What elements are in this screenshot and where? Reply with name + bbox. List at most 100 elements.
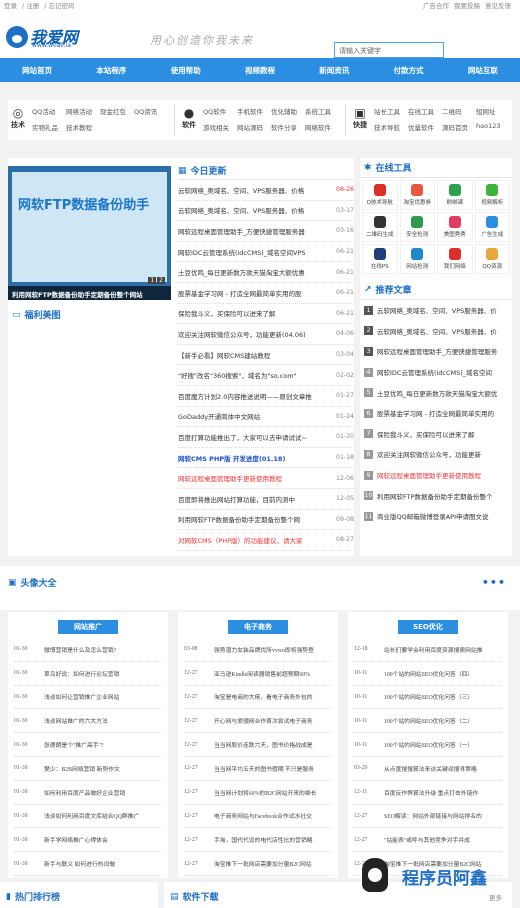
- category-label[interactable]: ◎ 技术: [8, 104, 28, 130]
- news-title[interactable]: 利用网软FTP数据备份助手定期备份整个网: [178, 514, 318, 524]
- news-title[interactable]: 股票基金学习网 - 打造全网最简单实用的股: [178, 288, 318, 298]
- nav-item[interactable]: 使用帮助: [149, 65, 223, 76]
- category-link[interactable]: 技术教程: [66, 122, 92, 132]
- item-title[interactable]: 电子商务网站与Facebook合作试水社交: [214, 811, 312, 820]
- nav-item[interactable]: 视频教程: [223, 65, 297, 76]
- tool-item[interactable]: 淘宝优惠券: [399, 180, 435, 210]
- column-badge[interactable]: 电子商务: [228, 620, 288, 634]
- nav-item[interactable]: 新闻资讯: [297, 65, 371, 76]
- column-item[interactable]: 01-30 浅谈如何利用百度文库结合QQ群推广: [14, 805, 162, 829]
- column-item[interactable]: 12-18 站长们要学会利用百度资源搜索网站推: [354, 638, 502, 662]
- column-item[interactable]: 10-11 100个站的网站SEO优化问答（二）: [354, 709, 502, 734]
- column-item[interactable]: 12-27 手淘，国代代设的电代店性比的营销略: [184, 828, 332, 853]
- column-item[interactable]: 12-27 亚马逊Kindle阅读器销售前超预期60%: [184, 662, 332, 686]
- category-link[interactable]: 网络软件: [305, 122, 331, 132]
- nav-item[interactable]: 本站程序: [74, 65, 148, 76]
- category-label[interactable]: ▣ 快捷: [350, 104, 370, 130]
- tool-item[interactable]: 二维码生成: [362, 212, 398, 242]
- category-link[interactable]: QQ活动: [32, 106, 58, 116]
- avatars-heading[interactable]: ▣ 头像大全: [8, 576, 57, 590]
- category-link[interactable]: 网站源码: [237, 122, 263, 132]
- login-link[interactable]: 登录: [4, 2, 17, 10]
- category-link[interactable]: 源码首页: [442, 122, 468, 132]
- tool-item[interactable]: 我们网络: [437, 244, 473, 274]
- column-item[interactable]: 12-27 当当网股价连跌六天，图书价格战成是: [184, 733, 332, 757]
- item-title[interactable]: 开心网与爱顺网合作首次尝试电子商务: [214, 716, 313, 725]
- news-item[interactable]: 百度打算功能推出了，大家可以去申请试试~ 01-20: [178, 427, 354, 448]
- recommend-item[interactable]: 6 股票基金学习网 - 打造全网最简单实用的: [364, 403, 508, 424]
- recommend-item[interactable]: 11 商业版QQ邮箱微博登录API申请图文说: [364, 506, 508, 527]
- news-item[interactable]: 云软网络_奥域名、空间、VPS服务器、价格 03-17: [178, 201, 354, 222]
- slider-dot[interactable]: 1: [148, 277, 157, 284]
- category-link[interactable]: 手机软件: [237, 106, 263, 116]
- featured-slider[interactable]: 网软FTP数据备份助手 12 利用网软FTP数据备份助手定期备份整个网站: [8, 166, 171, 300]
- news-item[interactable]: 对网软CMS（PHP版）的功能建议，请大家 08-27: [178, 530, 354, 551]
- category-link[interactable]: QQ软件: [203, 106, 229, 116]
- column-item[interactable]: 01-30 张德朗是个"推广高手"?: [14, 733, 162, 757]
- recommend-item[interactable]: 1 云软网络_奥域名、空间、VPS服务器、价: [364, 300, 508, 321]
- column-item[interactable]: 01-30 樊少：B2B网络营销 新势作文: [14, 757, 162, 781]
- news-item[interactable]: 云软网络_奥域名、空间、VPS服务器、价格 08-26: [178, 180, 354, 201]
- news-title[interactable]: 土豆优鸣_每日更新数万款天猫淘宝大额优惠: [178, 267, 318, 277]
- item-title[interactable]: 如何利用百度产品做好企业营销: [44, 788, 125, 797]
- news-item[interactable]: 【新手必看】网软CMS建站教程 03-04: [178, 345, 354, 366]
- category-label[interactable]: ● 软件: [179, 104, 199, 130]
- item-title[interactable]: 站长们要学会利用百度资源搜索网站推: [384, 645, 483, 654]
- recommend-item[interactable]: 9 网软远程桌面管理助手更新使用教程: [364, 465, 508, 486]
- column-item[interactable]: 12-27 当当网平均五天的图书假期 不只是服务: [184, 757, 332, 781]
- recommend-title[interactable]: 网软IDC云管理系统(idcCMS)_域名空间: [377, 367, 492, 377]
- news-title[interactable]: 网软CMS PHP版 开发进度(01.18): [178, 453, 318, 463]
- news-title[interactable]: 【新手必看】网软CMS建站教程: [178, 350, 318, 360]
- column-item[interactable]: 01-30 草鸟好说：如何进行论坛营销: [14, 662, 162, 686]
- column-item[interactable]: 10-11 100个站的网站SEO优化问答（四）: [354, 662, 502, 686]
- item-title[interactable]: "站能表"或呼与其他竞争对手并成: [384, 835, 470, 844]
- item-title[interactable]: 新手学网络推广心得体会: [44, 835, 108, 844]
- recommend-item[interactable]: 4 网软IDC云管理系统(idcCMS)_域名空间: [364, 362, 508, 383]
- news-item[interactable]: "好搜"改名"360搜索"，域名为"so.com" 02-02: [178, 365, 354, 386]
- tool-item[interactable]: 安全检测: [399, 212, 435, 242]
- column-item[interactable]: 12-27 开心网与爱顺网合作首次尝试电子商务: [184, 709, 332, 734]
- news-title[interactable]: 云软网络_奥域名、空间、VPS服务器、价格: [178, 205, 318, 215]
- tool-item[interactable]: Q技术导航: [362, 180, 398, 210]
- news-item[interactable]: 网软远程桌面管理助手_方便快捷管理服务器 03-16: [178, 221, 354, 242]
- category-link[interactable]: 现金红包: [100, 106, 126, 116]
- news-item[interactable]: 欢迎关注网软微信公众号，功能更新(04.06) 04-06: [178, 324, 354, 345]
- column-item[interactable]: 01-30 微博营销是什么及怎么营销?: [14, 638, 162, 662]
- ad-link[interactable]: 广告合作: [423, 2, 449, 10]
- news-item[interactable]: 百度即将推出网站打算功能，目前内测中 12-05: [178, 489, 354, 510]
- item-title[interactable]: 手淘，国代代设的电代店性比的营销略: [214, 835, 313, 844]
- news-item[interactable]: 网软IDC云管理系统(idcCMS)_域名空间VPS 06-21: [178, 242, 354, 263]
- report-link[interactable]: 我要投稿: [454, 2, 480, 10]
- nav-item[interactable]: 网站首页: [0, 65, 74, 76]
- tool-item[interactable]: 广告生成: [474, 212, 510, 242]
- recommend-title[interactable]: 商业版QQ邮箱微博登录API申请图文说: [377, 511, 489, 521]
- news-item[interactable]: 利用网软FTP数据备份助手定期备份整个网 09-08: [178, 510, 354, 531]
- item-title[interactable]: SEO解读：网站外部链接与网站排名的: [384, 811, 482, 820]
- slider-caption[interactable]: 利用网软FTP数据备份助手定期备份整个网站: [8, 286, 171, 300]
- item-title[interactable]: 张德朗是个"推广高手"?: [44, 740, 103, 749]
- item-title[interactable]: 100个站的网站SEO优化问答（三）: [384, 692, 473, 701]
- tool-item[interactable]: 网站检测: [399, 244, 435, 274]
- site-logo[interactable]: 我爱网 www.woail.la: [6, 22, 90, 52]
- category-link[interactable]: 系统工具: [305, 106, 331, 116]
- tool-item[interactable]: 在线PS: [362, 244, 398, 274]
- column-item[interactable]: 01-30 浅谈网站推广的六大方法: [14, 709, 162, 734]
- news-title[interactable]: 对网软CMS（PHP版）的功能建议，请大家: [178, 535, 318, 545]
- news-title[interactable]: 百度魔方计划2.0内容推送说明——原创文章推: [178, 391, 318, 401]
- column-item[interactable]: 12-27 SEO解读：网站外部链接与网站排名的: [354, 805, 502, 829]
- news-title[interactable]: 云软网络_奥域名、空间、VPS服务器、价格: [178, 185, 318, 195]
- news-item[interactable]: 网软CMS PHP版 开发进度(01.18) 01-18: [178, 448, 354, 469]
- news-title[interactable]: 网软远程桌面管理助手_方便快捷管理服务器: [178, 226, 318, 236]
- item-title[interactable]: 100个站的网站SEO优化问答（二）: [384, 716, 473, 725]
- column-item[interactable]: 10-11 100个站的网站SEO优化问答（一）: [354, 733, 502, 757]
- column-item[interactable]: 03-08 强势潜力女装品牌优所vvwo即将强势登: [184, 638, 332, 662]
- item-title[interactable]: 淘宝是电商的大佬，看电子商务外包的: [214, 692, 313, 701]
- column-item[interactable]: 12-27 淘宝是电商的大佬，看电子商务外包的: [184, 686, 332, 710]
- feedback-link[interactable]: 意见反馈: [485, 2, 511, 10]
- news-title[interactable]: 百度即将推出网站打算功能，目前内测中: [178, 494, 318, 504]
- register-link[interactable]: 注册: [26, 2, 39, 10]
- recommend-item[interactable]: 3 网软远程桌面管理助手_方便快捷管理服务: [364, 341, 508, 362]
- news-title[interactable]: 网软远程桌面管理助手更新使用教程: [178, 473, 318, 483]
- news-title[interactable]: 保险我斗义，买保险可以进来了解: [178, 308, 318, 318]
- recommend-title[interactable]: 欢迎关注网软微信公众号，功能更新: [377, 449, 481, 459]
